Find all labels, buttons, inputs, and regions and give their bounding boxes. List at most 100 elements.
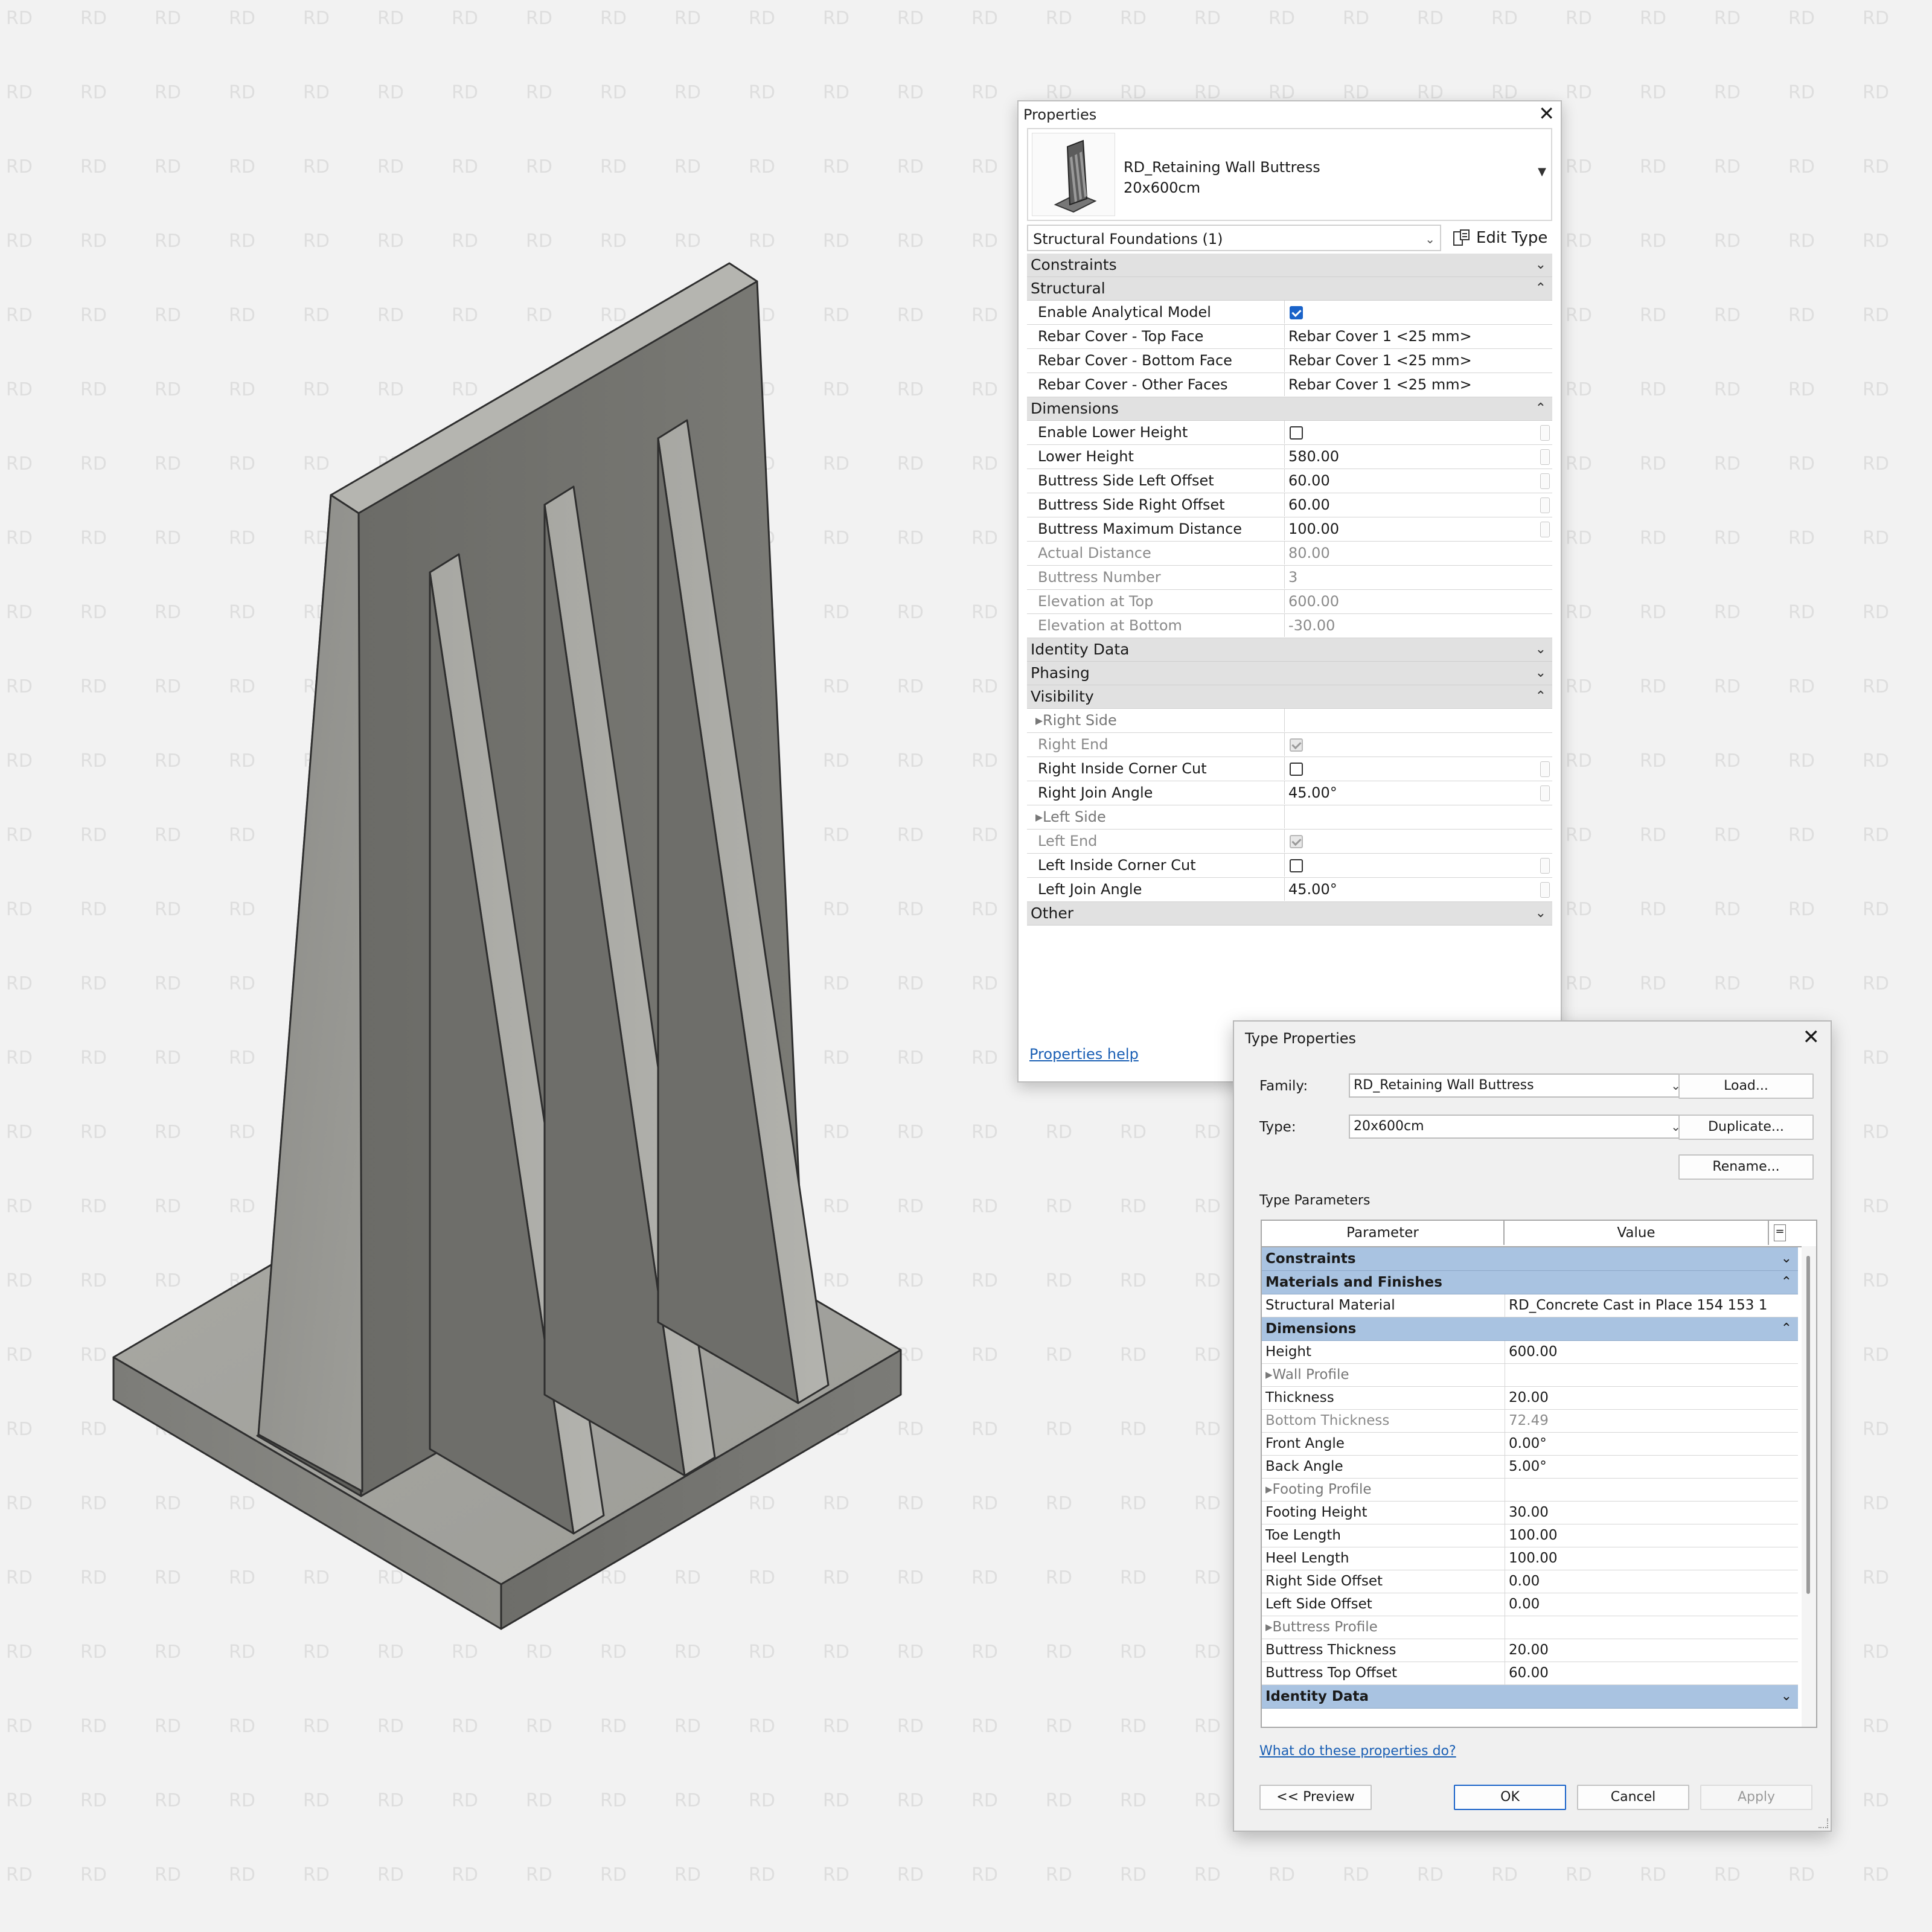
group-header-identity-data[interactable]: Identity Data ⌄ (1262, 1685, 1798, 1709)
property-row[interactable]: Buttress Maximum Distance 100.00 (1027, 517, 1552, 542)
instance-properties-grid[interactable]: Constraints ⌄ Structural ⌃ Enable Analytical… (1027, 254, 1552, 926)
group-header-identity-data[interactable]: Identity Data ⌄ (1027, 638, 1552, 662)
associate-parameter-button[interactable] (1540, 858, 1550, 874)
property-row[interactable]: Elevation at Bottom -30.00 (1027, 614, 1552, 638)
edit-type-button[interactable]: Edit Type (1452, 225, 1547, 251)
property-value[interactable] (1284, 854, 1538, 877)
property-value[interactable]: 45.00° (1284, 781, 1538, 804)
property-value[interactable]: 60.00 (1284, 469, 1538, 492)
parameter-value[interactable]: 20.00 (1505, 1387, 1768, 1409)
parameter-value[interactable]: 0.00 (1505, 1570, 1768, 1593)
property-value[interactable] (1284, 301, 1538, 324)
parameter-column-header[interactable]: Parameter (1262, 1221, 1505, 1245)
type-parameter-row[interactable]: Front Angle 0.00° (1262, 1433, 1812, 1456)
group-header-other[interactable]: Other ⌄ (1027, 902, 1552, 926)
type-parameter-row[interactable]: Back Angle 5.00° (1262, 1456, 1812, 1479)
chevron-down-icon[interactable]: ▼ (1538, 165, 1546, 178)
group-header-phasing[interactable]: Phasing ⌄ (1027, 662, 1552, 685)
property-value[interactable]: 580.00 (1284, 445, 1538, 468)
what-do-these-properties-do-link[interactable]: What do these properties do? (1259, 1744, 1456, 1759)
category-filter-dropdown[interactable]: Structural Foundations (1) ⌄ (1027, 225, 1441, 251)
property-value[interactable]: 60.00 (1284, 493, 1538, 516)
parameter-value[interactable]: 5.00° (1505, 1456, 1768, 1478)
property-row[interactable]: Actual Distance 80.00 (1027, 542, 1552, 566)
type-parameter-row[interactable]: Buttress Thickness 20.00 (1262, 1639, 1812, 1662)
type-parameter-row[interactable]: Thickness 20.00 (1262, 1387, 1812, 1410)
property-value[interactable]: Rebar Cover 1 <25 mm> (1284, 373, 1538, 396)
close-icon[interactable]: ✕ (1803, 1025, 1820, 1049)
type-dropdown[interactable]: 20x600cm ⌄ (1349, 1115, 1687, 1139)
property-row[interactable]: ▸Right Side (1027, 709, 1552, 733)
parameter-value[interactable]: 0.00° (1505, 1433, 1768, 1455)
associate-parameter-button[interactable] (1540, 425, 1550, 441)
vertical-scrollbar[interactable] (1802, 1246, 1816, 1727)
property-value[interactable] (1284, 709, 1538, 732)
type-parameter-row[interactable]: ▸Buttress Profile (1262, 1616, 1798, 1639)
type-parameter-row[interactable]: Toe Length 100.00 (1262, 1524, 1812, 1547)
associate-parameter-button[interactable] (1540, 449, 1550, 465)
property-row[interactable]: Right End (1027, 733, 1552, 757)
property-row[interactable]: Enable Lower Height (1027, 421, 1552, 445)
group-header-materials-and-finishes[interactable]: Materials and Finishes ⌃ (1262, 1271, 1798, 1294)
property-row[interactable]: Lower Height 580.00 (1027, 445, 1552, 469)
property-row[interactable]: Left Inside Corner Cut (1027, 854, 1552, 878)
property-row[interactable]: Left Join Angle 45.00° (1027, 878, 1552, 902)
model-viewport[interactable] (0, 0, 966, 1690)
property-row[interactable]: ▸Left Side (1027, 805, 1552, 830)
parameter-value[interactable]: 100.00 (1505, 1547, 1768, 1570)
group-header-visibility[interactable]: Visibility ⌃ (1027, 685, 1552, 709)
property-row[interactable]: Rebar Cover - Top Face Rebar Cover 1 <25 … (1027, 325, 1552, 349)
parameter-value[interactable] (1505, 1616, 1768, 1639)
parameter-value[interactable]: 30.00 (1505, 1502, 1768, 1524)
ok-button[interactable]: OK (1454, 1785, 1566, 1810)
associate-parameter-button[interactable] (1540, 473, 1550, 489)
rename-button[interactable]: Rename... (1678, 1154, 1814, 1180)
group-header-constraints[interactable]: Constraints ⌄ (1262, 1247, 1798, 1271)
parameter-value[interactable]: 600.00 (1505, 1341, 1768, 1363)
type-parameter-row[interactable]: Height 600.00 (1262, 1341, 1812, 1364)
type-parameter-row[interactable]: Buttress Top Offset 60.00 (1262, 1662, 1812, 1685)
properties-help-link[interactable]: Properties help (1029, 1046, 1139, 1063)
type-parameters-grid[interactable]: Parameter Value = Constraints ⌄ Materials … (1261, 1220, 1817, 1728)
load-button[interactable]: Load... (1678, 1073, 1814, 1099)
property-value[interactable]: Rebar Cover 1 <25 mm> (1284, 349, 1538, 372)
property-value[interactable]: 100.00 (1284, 517, 1538, 540)
formula-column-header[interactable]: = (1774, 1224, 1786, 1241)
properties-palette[interactable]: Properties ✕ RD_Retaining Wall Buttress … (1017, 100, 1562, 1083)
associate-parameter-button[interactable] (1540, 882, 1550, 898)
family-dropdown[interactable]: RD_Retaining Wall Buttress ⌄ (1349, 1073, 1687, 1098)
resize-grip-icon[interactable] (1818, 1818, 1828, 1828)
associate-parameter-button[interactable] (1540, 497, 1550, 513)
associate-parameter-button[interactable] (1540, 522, 1550, 537)
type-parameter-row[interactable]: Bottom Thickness 72.49 (1262, 1410, 1812, 1433)
type-parameter-row[interactable]: Right Side Offset 0.00 (1262, 1570, 1812, 1593)
group-header-structural[interactable]: Structural ⌃ (1027, 277, 1552, 301)
group-header-dimensions[interactable]: Dimensions ⌃ (1027, 397, 1552, 421)
type-parameter-row[interactable]: Left Side Offset 0.00 (1262, 1593, 1812, 1616)
parameter-value[interactable] (1505, 1479, 1768, 1501)
apply-button[interactable]: Apply (1700, 1785, 1812, 1810)
close-icon[interactable]: ✕ (1538, 103, 1555, 124)
group-header-constraints[interactable]: Constraints ⌄ (1027, 254, 1552, 277)
type-properties-dialog[interactable]: Type Properties ✕ Family: RD_Retaining W… (1233, 1020, 1832, 1832)
type-parameter-row[interactable]: Heel Length 100.00 (1262, 1547, 1812, 1570)
parameter-value[interactable]: 0.00 (1505, 1593, 1768, 1616)
property-row[interactable]: Right Inside Corner Cut (1027, 757, 1552, 781)
property-value[interactable] (1284, 757, 1538, 780)
property-value[interactable]: 45.00° (1284, 878, 1538, 901)
parameter-value[interactable]: 60.00 (1505, 1662, 1768, 1684)
checkbox[interactable] (1290, 426, 1303, 440)
parameter-value[interactable]: 100.00 (1505, 1524, 1768, 1547)
type-selector[interactable]: RD_Retaining Wall Buttress 20x600cm ▼ (1027, 128, 1552, 221)
type-parameter-row[interactable]: Structural Material RD_Concrete Cast in P… (1262, 1294, 1812, 1317)
property-row[interactable]: Buttress Side Left Offset 60.00 (1027, 469, 1552, 493)
property-row[interactable]: Rebar Cover - Other Faces Rebar Cover 1 <… (1027, 373, 1552, 397)
property-value[interactable]: Rebar Cover 1 <25 mm> (1284, 325, 1538, 348)
property-value[interactable] (1284, 805, 1538, 828)
property-row[interactable]: Elevation at Top 600.00 (1027, 590, 1552, 614)
type-parameter-row[interactable]: ▸Footing Profile (1262, 1479, 1798, 1502)
property-row[interactable]: Buttress Side Right Offset 60.00 (1027, 493, 1552, 517)
type-parameter-row[interactable]: ▸Wall Profile (1262, 1364, 1798, 1387)
property-row[interactable]: Rebar Cover - Bottom Face Rebar Cover 1 <… (1027, 349, 1552, 373)
associate-parameter-button[interactable] (1540, 761, 1550, 777)
